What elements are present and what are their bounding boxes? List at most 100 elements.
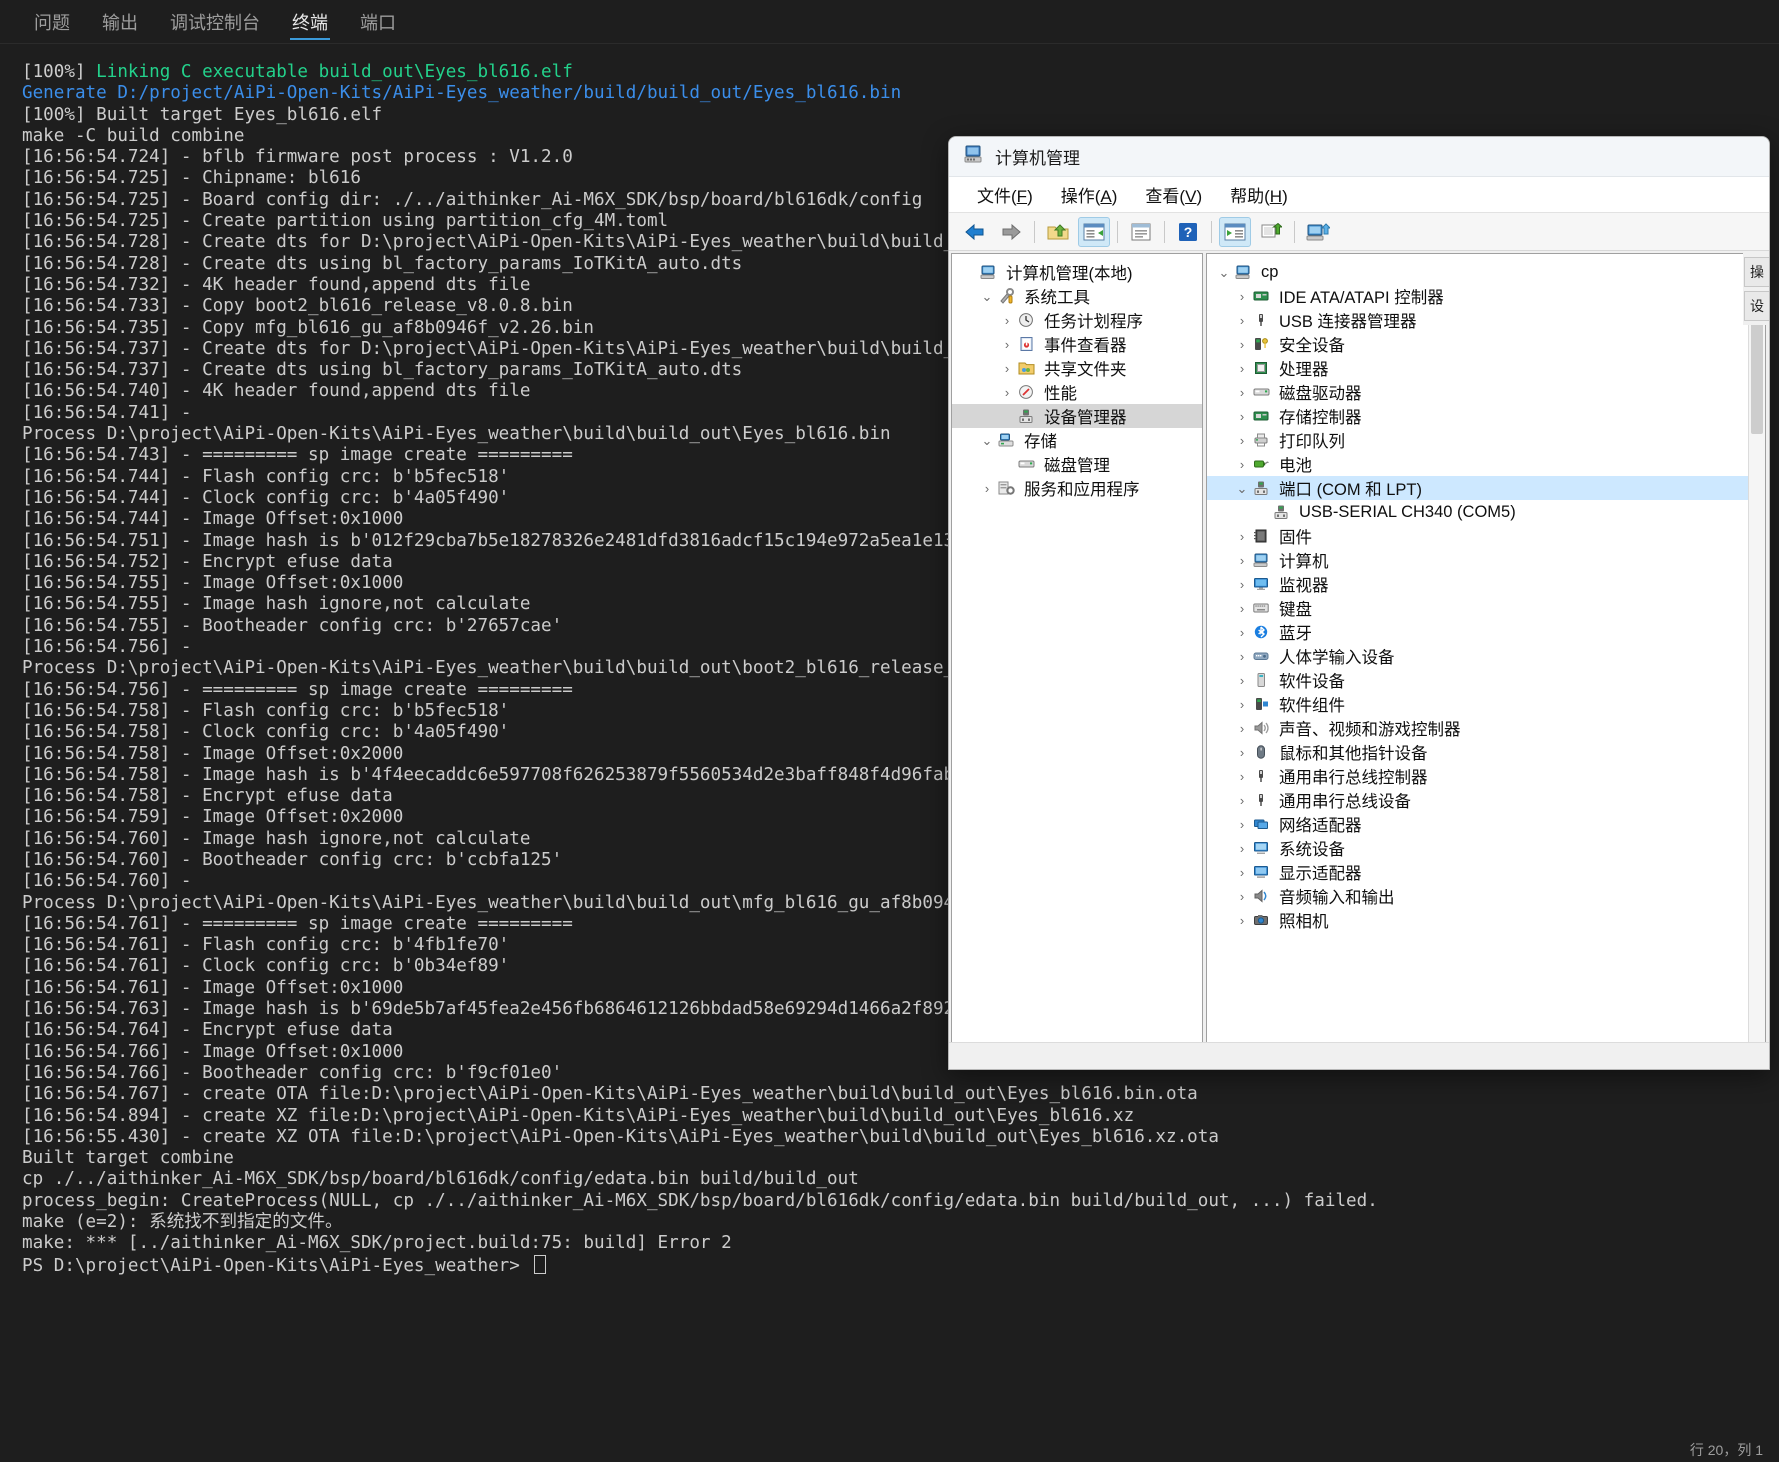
chevron-right-icon[interactable]: › — [1233, 746, 1251, 759]
device-tree-item-row-11[interactable]: › 固件 — [1207, 524, 1765, 548]
console-tree-item-row-9[interactable]: › 服务和应用程序 — [952, 476, 1202, 500]
chevron-right-icon[interactable]: › — [1233, 530, 1251, 543]
show-action-pane-icon[interactable] — [1219, 216, 1251, 247]
chevron-right-icon[interactable]: › — [1233, 698, 1251, 711]
console-tree-item-row-3[interactable]: › 事件查看器 — [952, 332, 1202, 356]
cursor-position-label[interactable]: 行 20，列 1 — [1690, 1440, 1763, 1460]
chevron-right-icon[interactable]: › — [1233, 818, 1251, 831]
chevron-right-icon[interactable]: › — [1233, 650, 1251, 663]
device-tree-pane[interactable]: ⌄ cp › IDE ATA/ATAPI 控制器 › USB 连接器管理器 › 安全设备 › 处理… — [1206, 253, 1766, 1043]
device-tree-item-row-12[interactable]: › 计算机 — [1207, 548, 1765, 572]
chevron-down-icon[interactable]: ⌄ — [978, 434, 996, 447]
chevron-right-icon[interactable]: › — [1233, 578, 1251, 591]
menu-item-2[interactable]: 查看(V) — [1131, 182, 1216, 207]
device-tree-item-row-24[interactable]: › 系统设备 — [1207, 836, 1765, 860]
chevron-right-icon[interactable]: › — [1233, 386, 1251, 399]
chevron-right-icon[interactable]: › — [1233, 314, 1251, 327]
panel-tab-3[interactable]: 终端 — [276, 14, 344, 43]
chevron-right-icon[interactable]: › — [998, 338, 1016, 351]
console-tree-item-row-0[interactable]: 计算机管理(本地) — [952, 260, 1202, 284]
console-tree-item-row-4[interactable]: › 共享文件夹 — [952, 356, 1202, 380]
device-tree-item-row-0[interactable]: ⌄ cp — [1207, 260, 1765, 284]
device-tree-item-row-15[interactable]: › 蓝牙 — [1207, 620, 1765, 644]
device-tree-item-row-26[interactable]: › 音频输入和输出 — [1207, 884, 1765, 908]
help-icon[interactable]: ? — [1172, 217, 1204, 247]
up-folder-icon[interactable] — [1042, 217, 1074, 247]
chevron-right-icon[interactable]: › — [1233, 674, 1251, 687]
device-tree-item-row-2[interactable]: › USB 连接器管理器 — [1207, 308, 1765, 332]
device-tree-item-row-10[interactable]: USB-SERIAL CH340 (COM5) — [1207, 500, 1765, 524]
chevron-right-icon[interactable]: › — [1233, 722, 1251, 735]
chevron-right-icon[interactable]: › — [1233, 458, 1251, 471]
console-tree-item-row-6[interactable]: 设备管理器 — [952, 404, 1202, 428]
console-tree-pane[interactable]: 计算机管理(本地) ⌄ 系统工具 › 任务计划程序 › 事件查看器 › 共享文件夹 › 性能 设备管理… — [951, 253, 1203, 1043]
chevron-right-icon[interactable]: › — [1233, 914, 1251, 927]
chevron-right-icon[interactable]: › — [998, 386, 1016, 399]
chevron-right-icon[interactable]: › — [1233, 554, 1251, 567]
menu-item-3[interactable]: 帮助(H) — [1216, 182, 1302, 207]
device-tree-item-row-9[interactable]: ⌄ 端口 (COM 和 LPT) — [1207, 476, 1765, 500]
device-tree-item-row-25[interactable]: › 显示适配器 — [1207, 860, 1765, 884]
device-tree-item-row-16[interactable]: › 人体学输入设备 — [1207, 644, 1765, 668]
device-tree-item-row-4[interactable]: › 处理器 — [1207, 356, 1765, 380]
device-tree-item-row-14[interactable]: › 键盘 — [1207, 596, 1765, 620]
computer-management-window[interactable]: 计算机管理 文件(F) 操作(A) 查看(V) 帮助(H) ? 计算机管理(本地… — [948, 136, 1770, 1070]
device-tree-item-row-20[interactable]: › 鼠标和其他指针设备 — [1207, 740, 1765, 764]
device-tree[interactable]: ⌄ cp › IDE ATA/ATAPI 控制器 › USB 连接器管理器 › 安全设备 › 处理… — [1207, 254, 1765, 932]
action-pane-tab-1[interactable]: 设 — [1744, 291, 1769, 321]
device-tree-item-row-6[interactable]: › 存储控制器 — [1207, 404, 1765, 428]
action-pane-tabs[interactable]: 操设 — [1743, 253, 1769, 325]
console-tree-item-row-1[interactable]: ⌄ 系统工具 — [952, 284, 1202, 308]
panel-tab-2[interactable]: 调试控制台 — [154, 14, 276, 43]
forward-icon[interactable] — [995, 217, 1027, 247]
panel-tab-1[interactable]: 输出 — [86, 14, 154, 43]
device-tree-item-row-3[interactable]: › 安全设备 — [1207, 332, 1765, 356]
action-pane-tab-0[interactable]: 操 — [1744, 257, 1769, 287]
back-icon[interactable] — [959, 217, 991, 247]
device-tree-item-row-23[interactable]: › 网络适配器 — [1207, 812, 1765, 836]
chevron-right-icon[interactable]: › — [1233, 890, 1251, 903]
chevron-right-icon[interactable]: › — [978, 482, 996, 495]
chevron-right-icon[interactable]: › — [1233, 794, 1251, 807]
chevron-right-icon[interactable]: › — [1233, 602, 1251, 615]
device-tree-item-row-21[interactable]: › 通用串行总线控制器 — [1207, 764, 1765, 788]
device-tree-item-row-19[interactable]: › 声音、视频和游戏控制器 — [1207, 716, 1765, 740]
chevron-right-icon[interactable]: › — [1233, 338, 1251, 351]
chevron-down-icon[interactable]: ⌄ — [1233, 482, 1251, 495]
panel-tab-0[interactable]: 问题 — [18, 14, 86, 43]
chevron-right-icon[interactable]: › — [1233, 362, 1251, 375]
chevron-right-icon[interactable]: › — [1233, 842, 1251, 855]
menu-item-0[interactable]: 文件(F) — [963, 182, 1047, 207]
device-tree-item-row-7[interactable]: › 打印队列 — [1207, 428, 1765, 452]
device-tree-item-row-27[interactable]: › 照相机 — [1207, 908, 1765, 932]
menu-item-1[interactable]: 操作(A) — [1047, 182, 1132, 207]
chevron-right-icon[interactable]: › — [1233, 434, 1251, 447]
show-hide-tree-icon[interactable] — [1078, 216, 1110, 247]
chevron-down-icon[interactable]: ⌄ — [978, 290, 996, 303]
device-tree-item-row-5[interactable]: › 磁盘驱动器 — [1207, 380, 1765, 404]
chevron-right-icon[interactable]: › — [1233, 626, 1251, 639]
chevron-right-icon[interactable]: › — [998, 362, 1016, 375]
console-tree[interactable]: 计算机管理(本地) ⌄ 系统工具 › 任务计划程序 › 事件查看器 › 共享文件夹 › 性能 设备管理… — [952, 254, 1202, 500]
panel-tab-4[interactable]: 端口 — [344, 14, 412, 43]
device-tree-item-row-22[interactable]: › 通用串行总线设备 — [1207, 788, 1765, 812]
device-tree-item-row-17[interactable]: › 软件设备 — [1207, 668, 1765, 692]
console-tree-item-row-2[interactable]: › 任务计划程序 — [952, 308, 1202, 332]
chevron-down-icon[interactable]: ⌄ — [1215, 266, 1233, 279]
device-tree-item-row-18[interactable]: › 软件组件 — [1207, 692, 1765, 716]
chevron-right-icon[interactable]: › — [1233, 290, 1251, 303]
device-tree-item-row-1[interactable]: › IDE ATA/ATAPI 控制器 — [1207, 284, 1765, 308]
chevron-right-icon[interactable]: › — [998, 314, 1016, 327]
chevron-right-icon[interactable]: › — [1233, 866, 1251, 879]
scan-hardware-changes-icon[interactable] — [1255, 217, 1287, 247]
update-driver-icon[interactable] — [1302, 217, 1334, 247]
device-tree-item-row-8[interactable]: › 电池 — [1207, 452, 1765, 476]
console-tree-item-row-5[interactable]: › 性能 — [952, 380, 1202, 404]
window-title-bar[interactable]: 计算机管理 — [949, 137, 1769, 177]
chevron-right-icon[interactable]: › — [1233, 410, 1251, 423]
device-tree-item-row-13[interactable]: › 监视器 — [1207, 572, 1765, 596]
chevron-right-icon[interactable]: › — [1233, 770, 1251, 783]
console-tree-item-row-8[interactable]: 磁盘管理 — [952, 452, 1202, 476]
device-tree-scrollbar[interactable] — [1748, 254, 1765, 1042]
properties-icon[interactable] — [1125, 217, 1157, 247]
